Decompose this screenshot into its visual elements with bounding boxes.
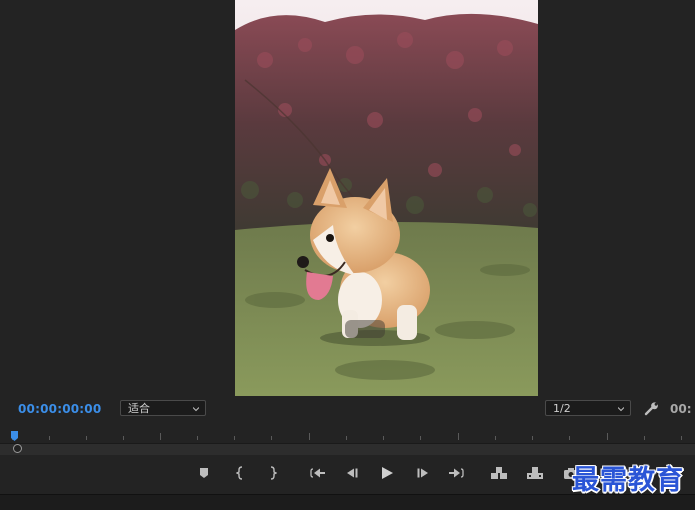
monitor-controls-row: 00:00:00:00 适合 1/2 00: bbox=[0, 396, 695, 422]
overwrite-button[interactable] bbox=[526, 464, 544, 482]
zoom-level-select[interactable]: 适合 bbox=[120, 400, 206, 416]
zoom-scroll-handle[interactable] bbox=[13, 444, 22, 453]
step-forward-button[interactable] bbox=[414, 464, 432, 482]
step-forward-icon bbox=[417, 468, 428, 478]
step-back-icon bbox=[347, 468, 358, 478]
time-ruler[interactable] bbox=[0, 424, 695, 444]
zoom-scroll-bar[interactable] bbox=[0, 443, 695, 455]
duration-timecode: 00: bbox=[670, 402, 692, 416]
chevron-down-icon bbox=[618, 407, 624, 412]
go-to-in-button[interactable] bbox=[309, 464, 327, 482]
mark-out-button[interactable] bbox=[263, 464, 281, 482]
playback-resolution-select[interactable]: 1/2 bbox=[545, 400, 631, 416]
playhead-marker-icon[interactable] bbox=[11, 431, 18, 441]
chevron-down-icon bbox=[193, 407, 199, 412]
mark-in-icon bbox=[236, 466, 243, 480]
go-to-in-icon bbox=[310, 468, 325, 478]
go-to-out-icon bbox=[449, 468, 464, 478]
insert-button[interactable] bbox=[490, 464, 508, 482]
watermark-text: 最需教育 bbox=[572, 465, 684, 496]
marker-icon bbox=[200, 468, 208, 478]
playback-resolution-value: 1/2 bbox=[553, 402, 571, 415]
add-marker-button[interactable] bbox=[195, 464, 213, 482]
play-button[interactable] bbox=[378, 464, 396, 482]
program-monitor bbox=[0, 0, 695, 396]
zoom-level-value: 适合 bbox=[128, 402, 150, 415]
current-timecode[interactable]: 00:00:00:00 bbox=[18, 402, 101, 416]
insert-icon bbox=[491, 467, 507, 479]
mark-out-icon bbox=[270, 466, 277, 480]
overwrite-icon bbox=[527, 467, 543, 479]
corgi-video-image bbox=[235, 0, 538, 396]
go-to-out-button[interactable] bbox=[447, 464, 465, 482]
step-back-button[interactable] bbox=[343, 464, 361, 482]
wrench-settings-icon[interactable] bbox=[644, 401, 660, 417]
mark-in-button[interactable] bbox=[232, 464, 250, 482]
play-icon bbox=[382, 467, 393, 479]
video-frame[interactable] bbox=[235, 0, 538, 396]
